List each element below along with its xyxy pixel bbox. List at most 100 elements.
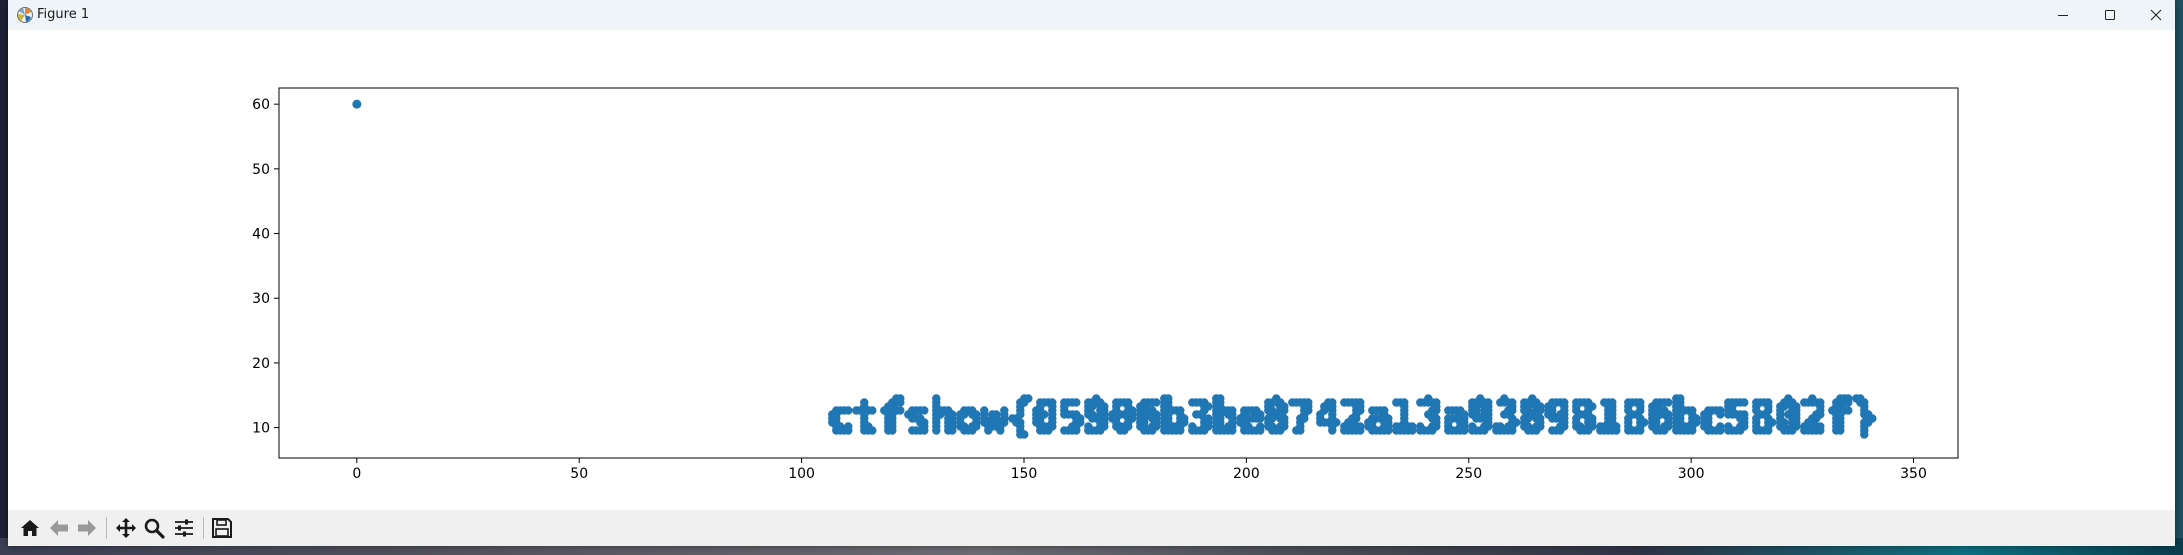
back-button[interactable] <box>47 516 71 540</box>
home-button[interactable] <box>18 516 42 540</box>
x-tick-label: 350 <box>1900 466 1927 482</box>
scatter-point <box>1020 430 1029 439</box>
configure-subplots-button[interactable] <box>172 516 196 540</box>
scatter-point <box>1256 426 1265 435</box>
x-tick-label: 300 <box>1678 466 1705 482</box>
maximize-icon <box>2105 10 2115 20</box>
scatter-point <box>1120 426 1129 435</box>
scatter-point <box>888 426 897 435</box>
y-tick-label: 20 <box>252 356 270 372</box>
y-tick-label: 60 <box>252 97 270 113</box>
scatter-point <box>1584 426 1593 435</box>
configure-subplots-icon <box>175 519 193 537</box>
x-tick-label: 0 <box>352 466 361 482</box>
scatter-point <box>1716 426 1725 435</box>
save-icon <box>212 518 232 538</box>
scatter-point <box>1816 426 1825 435</box>
scatter-point <box>896 398 905 407</box>
scatter-point <box>1176 426 1185 435</box>
toolbar-separator <box>106 517 107 539</box>
y-tick-label: 10 <box>252 421 270 437</box>
minimize-button[interactable] <box>2040 0 2086 30</box>
toolbar-separator <box>203 517 204 539</box>
title-bar[interactable]: Figure 1 <box>8 0 2175 30</box>
scatter-point <box>1556 426 1565 435</box>
close-icon <box>2150 9 2162 21</box>
scatter-point <box>996 426 1005 435</box>
scatter-point <box>1096 426 1105 435</box>
maximize-button[interactable] <box>2087 0 2133 30</box>
figure-window: Figure 1 0 50 100 150 200 250 300 350 10 20 30 40 5… <box>8 0 2175 546</box>
x-tick-label: 150 <box>1011 466 1038 482</box>
y-axis: 10 20 30 40 50 60 <box>252 97 279 437</box>
home-icon <box>21 520 39 536</box>
scatter-point <box>1328 426 1337 435</box>
scatter-point <box>1788 426 1797 435</box>
scatter-point <box>1612 426 1621 435</box>
close-button[interactable] <box>2133 0 2179 30</box>
zoom-icon <box>144 518 165 539</box>
scatter-point <box>1836 426 1845 435</box>
scatter-point <box>1764 426 1773 435</box>
scatter-point <box>1740 398 1749 407</box>
figure-canvas[interactable]: 0 50 100 150 200 250 300 350 10 20 30 40 50 60 <box>8 30 2175 510</box>
scatter-point <box>920 406 929 415</box>
save-button[interactable] <box>210 516 234 540</box>
scatter-point <box>1148 426 1157 435</box>
pan-icon <box>116 518 136 538</box>
scatter-point <box>984 426 993 435</box>
scatter-point <box>868 406 877 415</box>
scatter-point <box>1480 426 1489 435</box>
zoom-button[interactable] <box>142 516 166 540</box>
scatter-point <box>1152 398 1161 407</box>
scatter-point <box>1716 410 1725 419</box>
x-tick-label: 100 <box>788 466 815 482</box>
scatter-point <box>1532 426 1541 435</box>
scatter-point <box>1356 426 1365 435</box>
scatter-point <box>968 426 977 435</box>
scatter-point <box>1200 426 1209 435</box>
scatter-point <box>1688 426 1697 435</box>
scatter-point <box>1844 406 1853 415</box>
scatter-point <box>1736 426 1745 435</box>
scatter-point <box>1228 426 1237 435</box>
scatter-point <box>1384 426 1393 435</box>
x-tick-label: 50 <box>570 466 588 482</box>
scatter-chart: 0 50 100 150 200 250 300 350 10 20 30 40 50 60 <box>252 87 1959 482</box>
y-tick-label: 50 <box>252 162 270 178</box>
navigation-toolbar <box>8 510 2175 546</box>
matplotlib-app-icon <box>17 7 33 23</box>
forward-arrow-icon <box>78 520 96 536</box>
scatter-point <box>1664 398 1673 407</box>
pan-button[interactable] <box>114 516 138 540</box>
scatter-point <box>1428 426 1437 435</box>
scatter-point <box>1276 426 1285 435</box>
scatter-point <box>1072 426 1081 435</box>
back-arrow-icon <box>50 520 68 536</box>
scatter-point <box>1072 398 1081 407</box>
scatter-point <box>844 426 853 435</box>
scatter-point <box>1844 398 1853 407</box>
y-tick-label: 30 <box>252 291 270 307</box>
scatter-point <box>1860 430 1869 439</box>
scatter-point <box>896 406 905 415</box>
minimize-icon <box>2058 15 2068 16</box>
scatter-point <box>1508 426 1517 435</box>
scatter-point <box>1460 426 1469 435</box>
y-tick-label: 40 <box>252 227 270 243</box>
scatter-point <box>1256 414 1265 423</box>
scatter-point <box>352 99 362 109</box>
scatter-point <box>932 426 941 435</box>
scatter-point <box>1408 426 1417 435</box>
scatter-point <box>868 426 877 435</box>
scatter-point <box>948 426 957 435</box>
x-tick-label: 250 <box>1455 466 1482 482</box>
scatter-point <box>1296 426 1305 435</box>
x-tick-label: 200 <box>1233 466 1260 482</box>
scatter-point <box>1044 426 1053 435</box>
forward-button[interactable] <box>75 516 99 540</box>
scatter-point <box>920 426 929 435</box>
scatter-point <box>1660 426 1669 435</box>
scatter-point <box>1636 426 1645 435</box>
x-axis: 0 50 100 150 200 250 300 350 <box>352 458 1927 482</box>
